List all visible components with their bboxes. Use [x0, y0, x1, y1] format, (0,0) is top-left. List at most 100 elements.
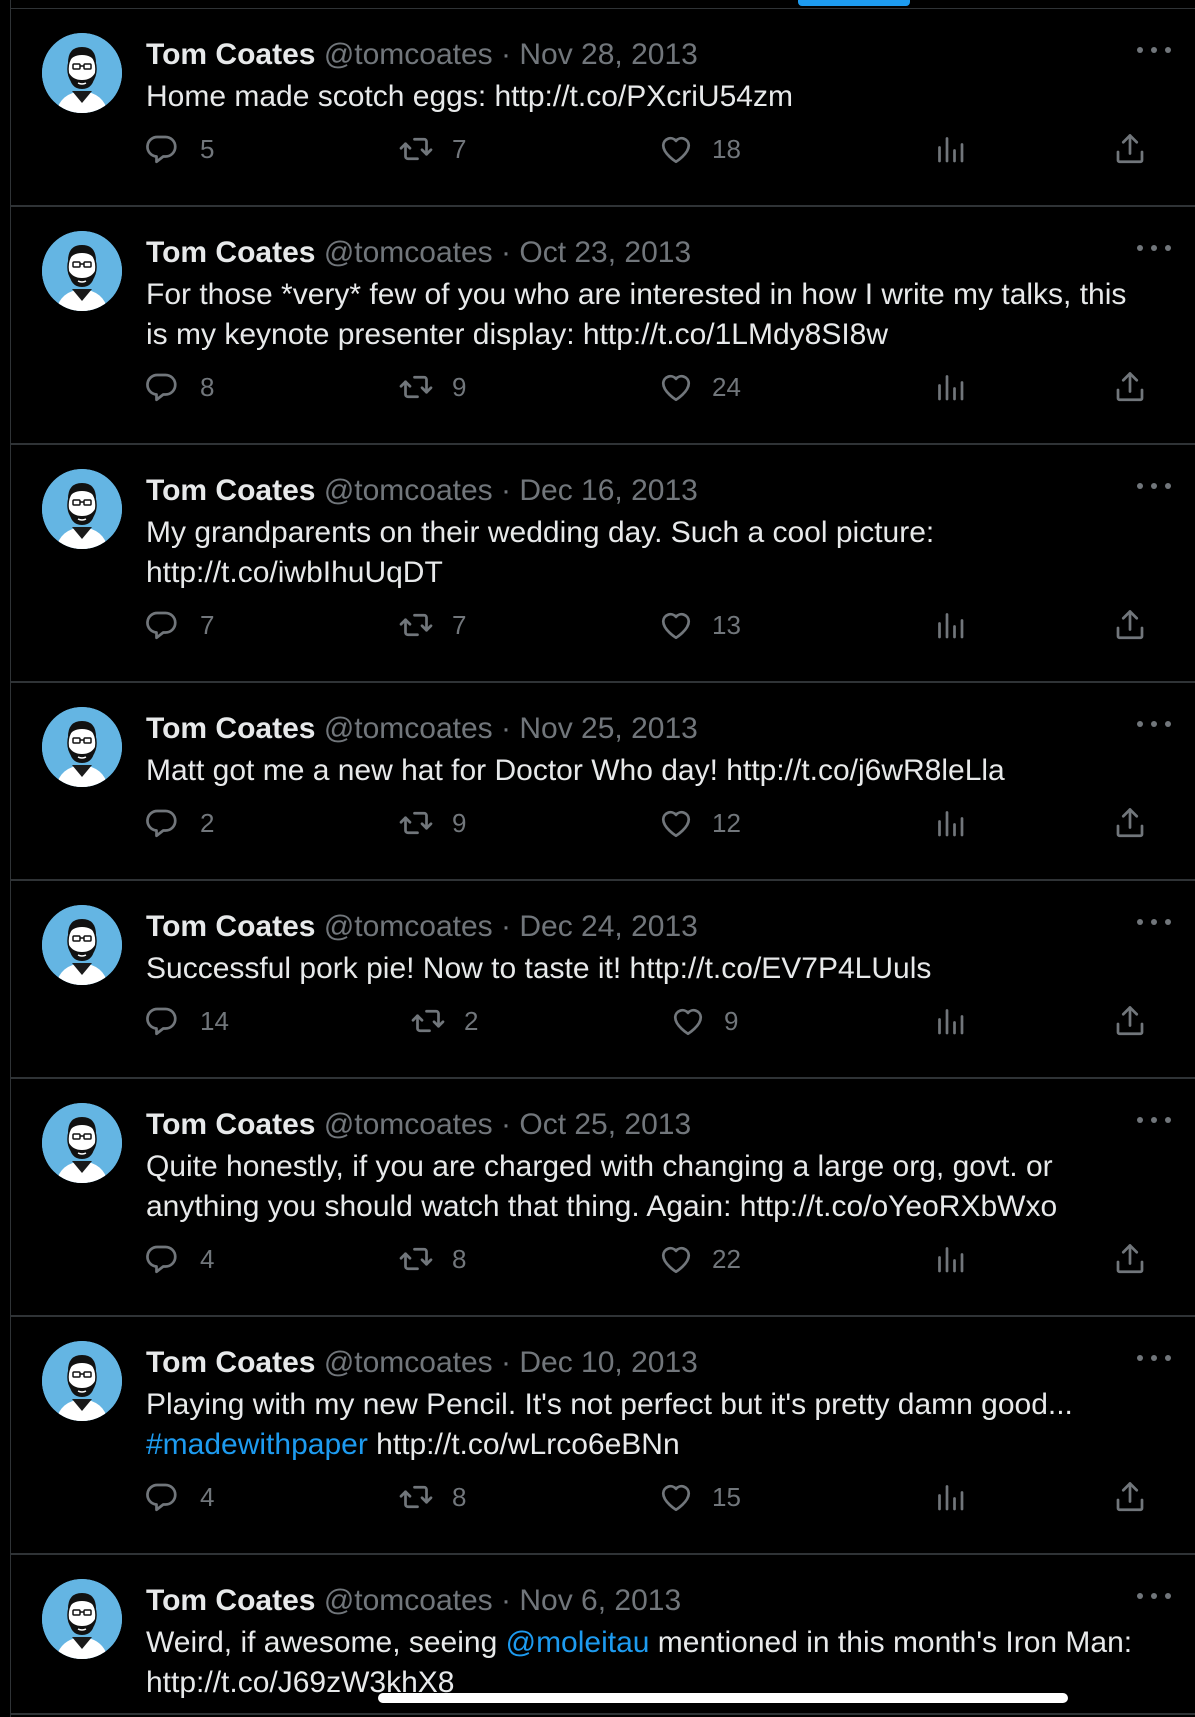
author-handle[interactable]: @tomcoates — [324, 236, 493, 269]
avatar[interactable] — [42, 707, 122, 787]
avatar[interactable] — [42, 1103, 122, 1183]
share-button[interactable] — [1112, 605, 1148, 645]
tweet-date[interactable]: Nov 28, 2013 — [519, 38, 697, 71]
like-count: 13 — [712, 609, 741, 640]
views-button[interactable] — [932, 1477, 968, 1517]
reply-button[interactable]: 14 — [146, 1001, 229, 1041]
tweet-date[interactable]: Dec 10, 2013 — [519, 1346, 697, 1379]
tweet[interactable]: Tom Coates @tomcoates · Nov 28, 2013 Home… — [10, 9, 1195, 207]
like-count: 18 — [712, 133, 741, 164]
author-handle[interactable]: @tomcoates — [324, 1108, 493, 1141]
author-handle[interactable]: @tomcoates — [324, 910, 493, 943]
tweet[interactable]: Tom Coates @tomcoates · Nov 6, 2013 Weird… — [10, 1555, 1195, 1715]
retweet-button[interactable]: 7 — [398, 605, 466, 645]
like-button[interactable]: 12 — [658, 803, 741, 843]
like-button[interactable]: 24 — [658, 367, 741, 407]
author-name[interactable]: Tom Coates — [146, 1108, 315, 1141]
share-button[interactable] — [1112, 367, 1148, 407]
author-handle[interactable]: @tomcoates — [324, 1346, 493, 1379]
more-dots-icon[interactable] — [1137, 45, 1171, 55]
like-button[interactable]: 18 — [658, 129, 741, 169]
avatar[interactable] — [42, 33, 122, 113]
retweet-button[interactable]: 9 — [398, 803, 466, 843]
more-dots-icon[interactable] — [1137, 243, 1171, 253]
more-dots-icon[interactable] — [1137, 719, 1171, 729]
retweet-button[interactable]: 2 — [410, 1001, 478, 1041]
mention-link[interactable]: @moleitau — [506, 1626, 650, 1659]
author-name[interactable]: Tom Coates — [146, 474, 315, 507]
avatar[interactable] — [42, 1341, 122, 1421]
author-name[interactable]: Tom Coates — [146, 910, 315, 943]
reply-button[interactable]: 7 — [146, 605, 214, 645]
retweet-button[interactable]: 9 — [398, 367, 466, 407]
tweet[interactable]: Tom Coates @tomcoates · Nov 25, 2013 Matt… — [10, 683, 1195, 881]
tweet-date[interactable]: Dec 16, 2013 — [519, 474, 697, 507]
views-button[interactable] — [932, 367, 968, 407]
share-button[interactable] — [1112, 129, 1148, 169]
author-name[interactable]: Tom Coates — [146, 1584, 315, 1617]
tweet-date[interactable]: Nov 6, 2013 — [519, 1584, 681, 1617]
like-button[interactable]: 15 — [658, 1477, 741, 1517]
more-dots-icon[interactable] — [1137, 1115, 1171, 1125]
tweet-date[interactable]: Nov 25, 2013 — [519, 712, 697, 745]
tweet-date[interactable]: Oct 25, 2013 — [519, 1108, 691, 1141]
reply-button[interactable]: 4 — [146, 1239, 214, 1279]
reply-count: 2 — [200, 807, 215, 838]
author-handle[interactable]: @tomcoates — [324, 1584, 493, 1617]
like-button[interactable]: 22 — [658, 1239, 741, 1279]
tweet[interactable]: Tom Coates @tomcoates · Oct 25, 2013 Quit… — [10, 1079, 1195, 1317]
author-handle[interactable]: @tomcoates — [324, 712, 493, 745]
share-upload-icon — [1112, 1479, 1148, 1515]
reply-count: 5 — [200, 133, 215, 164]
views-button[interactable] — [932, 1239, 968, 1279]
reply-button[interactable]: 5 — [146, 129, 214, 169]
author-name[interactable]: Tom Coates — [146, 1346, 315, 1379]
share-button[interactable] — [1112, 803, 1148, 843]
tweet-date[interactable]: Oct 23, 2013 — [519, 236, 691, 269]
share-button[interactable] — [1112, 1477, 1148, 1517]
tweet-header: Tom Coates @tomcoates · Oct 23, 2013 — [146, 231, 1195, 275]
author-name[interactable]: Tom Coates — [146, 236, 315, 269]
more-dots-icon[interactable] — [1137, 1353, 1171, 1363]
retweet-button[interactable]: 7 — [398, 129, 466, 169]
views-button[interactable] — [932, 605, 968, 645]
more-dots-icon[interactable] — [1137, 917, 1171, 927]
retweet-button[interactable]: 8 — [398, 1239, 466, 1279]
more-dots-icon[interactable] — [1137, 481, 1171, 491]
views-button[interactable] — [932, 803, 968, 843]
more-dots-icon[interactable] — [1137, 1591, 1171, 1601]
reply-button[interactable]: 8 — [146, 367, 214, 407]
tweet-text-segment: http://t.co/wLrco6eBNn — [367, 1428, 680, 1461]
tweet-date[interactable]: Dec 24, 2013 — [519, 910, 697, 943]
views-button[interactable] — [932, 129, 968, 169]
reply-button[interactable]: 4 — [146, 1477, 214, 1517]
share-button[interactable] — [1112, 1001, 1148, 1041]
share-button[interactable] — [1112, 1239, 1148, 1279]
tweet[interactable]: Tom Coates @tomcoates · Dec 16, 2013 My g… — [10, 445, 1195, 683]
home-indicator[interactable] — [378, 1693, 1068, 1703]
reply-count: 7 — [200, 609, 215, 640]
avatar[interactable] — [42, 1579, 122, 1659]
separator-dot: · — [501, 1108, 512, 1141]
author-handle[interactable]: @tomcoates — [324, 474, 493, 507]
hashtag-link[interactable]: #madewithpaper — [146, 1428, 368, 1461]
author-name[interactable]: Tom Coates — [146, 712, 315, 745]
tweet[interactable]: Tom Coates @tomcoates · Dec 10, 2013 Play… — [10, 1317, 1195, 1555]
like-button[interactable]: 13 — [658, 605, 741, 645]
bar-chart-icon — [932, 1241, 968, 1277]
reply-button[interactable]: 2 — [146, 803, 214, 843]
views-button[interactable] — [932, 1001, 968, 1041]
tweet-text: Successful pork pie! Now to taste it! ht… — [146, 949, 1156, 989]
tweet-text: Playing with my new Pencil. It's not per… — [146, 1385, 1156, 1465]
avatar[interactable] — [42, 905, 122, 985]
separator-dot: · — [501, 1346, 512, 1379]
tweet[interactable]: Tom Coates @tomcoates · Oct 23, 2013 For … — [10, 207, 1195, 445]
like-button[interactable]: 9 — [670, 1001, 738, 1041]
avatar[interactable] — [42, 469, 122, 549]
author-handle[interactable]: @tomcoates — [324, 38, 493, 71]
avatar[interactable] — [42, 231, 122, 311]
retweet-button[interactable]: 8 — [398, 1477, 466, 1517]
author-name[interactable]: Tom Coates — [146, 38, 315, 71]
tweet[interactable]: Tom Coates @tomcoates · Dec 24, 2013 Succ… — [10, 881, 1195, 1079]
retweet-count: 9 — [452, 807, 467, 838]
